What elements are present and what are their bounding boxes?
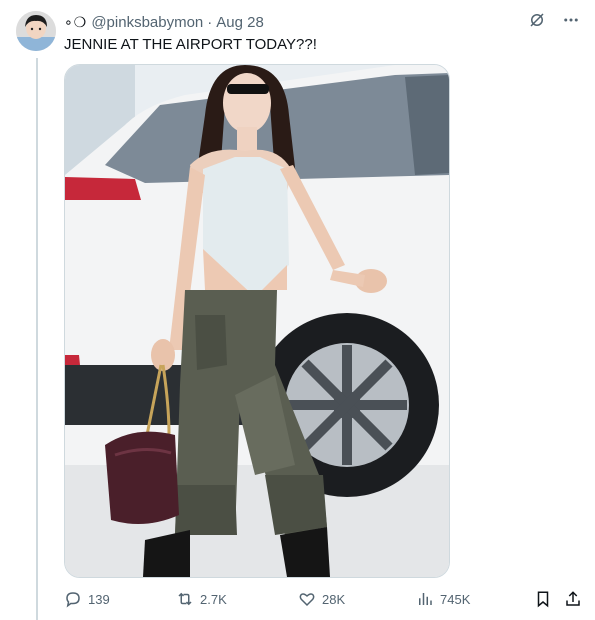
handle-prefix: ∘❍ [64,13,88,30]
tweet-header: ∘❍ @pinksbabymon · Aug 28 [64,12,264,32]
like-icon [299,593,315,607]
tweet-date[interactable]: Aug 28 [216,14,264,31]
separator-dot: · [207,13,213,31]
bookmark-icon [537,591,549,608]
views-count: 745K [440,591,471,607]
reply-button[interactable]: 139 [64,590,110,608]
tweet-photo[interactable] [64,64,450,578]
user-handle[interactable]: @pinksbabymon [91,14,203,31]
photo-image [65,65,449,577]
views-icon [419,593,432,605]
bookmark-button[interactable] [534,590,552,608]
grok-icon[interactable] [527,10,547,30]
top-actions [527,10,581,30]
repost-count: 2.7K [200,591,227,607]
avatar-image [16,11,56,51]
tweet-text: JENNIE AT THE AIRPORT TODAY??! [64,36,317,53]
avatar[interactable] [16,11,56,51]
share-icon [566,591,580,606]
reply-count: 139 [88,591,110,607]
thread-line [36,58,38,620]
views-button[interactable]: 745K [416,590,470,608]
repost-icon [178,592,192,606]
repost-button[interactable]: 2.7K [176,590,227,608]
like-count: 28K [322,591,346,607]
share-button[interactable] [564,590,582,608]
action-bar: 139 2.7K 28K 745K [64,588,584,610]
reply-icon [66,592,80,608]
more-icon[interactable] [561,10,581,30]
like-button[interactable]: 28K [298,590,345,608]
